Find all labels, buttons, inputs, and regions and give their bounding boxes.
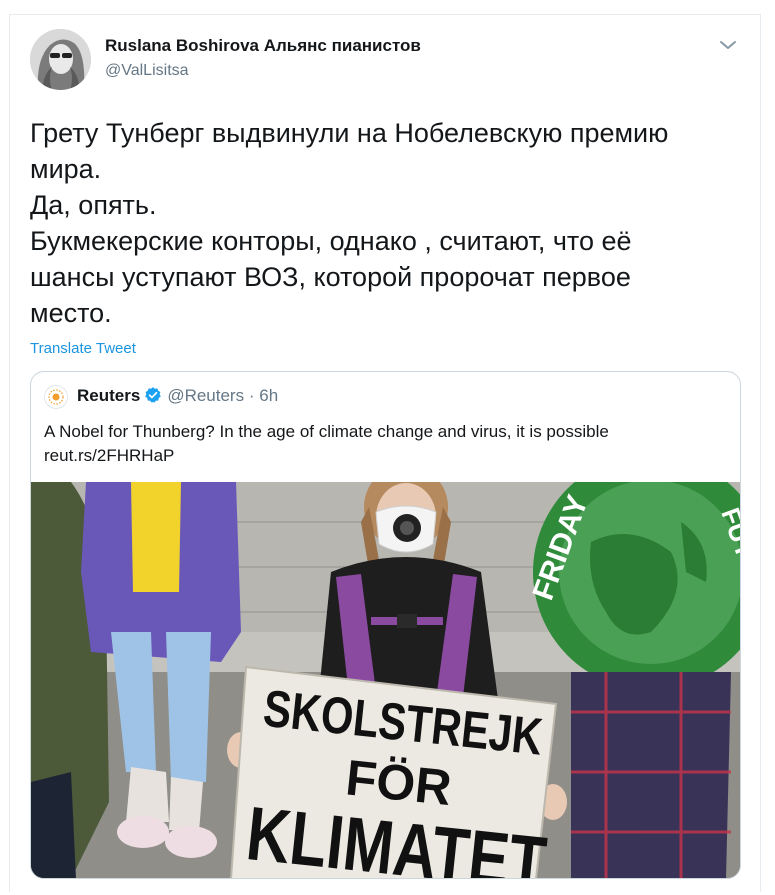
- quoted-tweet-body: A Nobel for Thunberg? In the age of clim…: [44, 422, 609, 441]
- verified-badge-icon: [144, 386, 162, 409]
- reuters-avatar[interactable]: [44, 385, 68, 409]
- tweet-card[interactable]: Ruslana Boshirova Альянс пианистов @ValL…: [9, 14, 761, 892]
- quoted-tweet-header: Reuters @Reuters · 6h: [77, 386, 278, 409]
- tweet-text-line: Грету Тунберг выдвинули на Нобелевскую п…: [30, 118, 669, 148]
- header-separator: ·: [248, 386, 255, 405]
- tweet-text: Грету Тунберг выдвинули на Нобелевскую п…: [30, 115, 742, 331]
- tweet-text-line: Букмекерские конторы, однако , считают, …: [30, 226, 632, 256]
- tweet-text-line: Да, опять.: [30, 190, 157, 220]
- quoted-tweet-link[interactable]: reut.rs/2FHRHaP: [44, 444, 724, 468]
- quoted-author-handle[interactable]: @Reuters: [167, 386, 244, 405]
- tweet-text-line: мира.: [30, 154, 102, 184]
- protest-photo: FRIDAY FUTURE SKOLSTREJK FÖR KLI: [31, 482, 740, 878]
- quoted-tweet-photo[interactable]: FRIDAY FUTURE SKOLSTREJK FÖR KLI: [31, 482, 740, 878]
- translate-tweet-link[interactable]: Translate Tweet: [30, 340, 136, 357]
- chevron-down-icon[interactable]: [716, 33, 740, 57]
- tweet-text-line: место.: [30, 298, 112, 328]
- quoted-tweet[interactable]: Reuters @Reuters · 6h A Nobel for Thunber…: [30, 371, 741, 879]
- author-avatar[interactable]: [30, 29, 91, 90]
- author-handle[interactable]: @ValLisitsa: [105, 62, 189, 80]
- quoted-tweet-text: A Nobel for Thunberg? In the age of clim…: [44, 420, 724, 468]
- quoted-tweet-time[interactable]: 6h: [259, 386, 278, 405]
- author-display-name[interactable]: Ruslana Boshirova Альянс пианистов: [105, 36, 421, 55]
- author-name-row[interactable]: Ruslana Boshirova Альянс пианистов: [105, 36, 421, 56]
- tweet-text-line: шансы уступают ВОЗ, которой пророчат пер…: [30, 262, 631, 292]
- quoted-author-name[interactable]: Reuters: [77, 386, 140, 405]
